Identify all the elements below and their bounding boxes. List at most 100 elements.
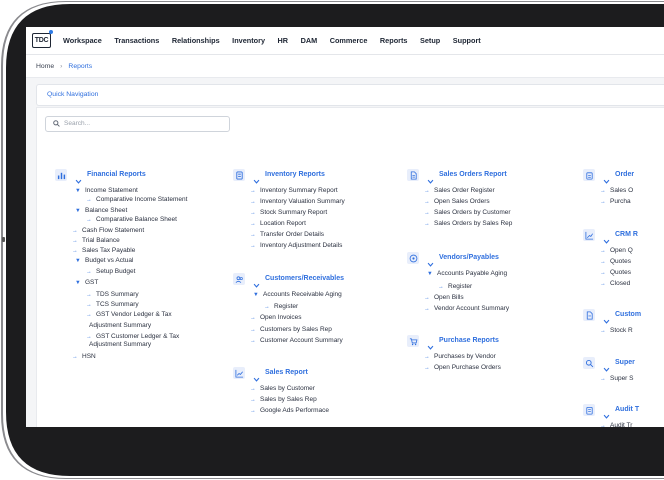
- report-link-open-purchase-orders[interactable]: → Open Purchase Orders: [424, 364, 501, 372]
- chevron-down-icon[interactable]: [603, 407, 610, 419]
- section-title-purchase-reports[interactable]: Purchase Reports: [439, 337, 499, 344]
- section-title-customers-receivables[interactable]: Customers/Receivables: [265, 275, 344, 282]
- report-link-super-s[interactable]: → Super S: [600, 375, 634, 383]
- report-link-label: Open Sales Orders: [434, 198, 490, 205]
- section-title-custom[interactable]: Custom: [615, 311, 641, 318]
- quick-navigation-label: Quick Navigation: [47, 91, 99, 98]
- nav-item-hr[interactable]: HR: [278, 36, 289, 45]
- report-link-open-invoices[interactable]: → Open Invoices: [250, 314, 302, 322]
- quick-navigation-bar[interactable]: Quick Navigation: [36, 84, 664, 106]
- report-link-open-bills[interactable]: → Open Bills: [424, 294, 464, 302]
- report-link-comparative-income-statement[interactable]: → Comparative Income Statement: [86, 196, 187, 204]
- section-title-crm-r[interactable]: CRM R: [615, 231, 638, 238]
- report-link-sales-by-customer[interactable]: → Sales by Customer: [250, 385, 315, 393]
- section-title-vendors-payables[interactable]: Vendors/Payables: [439, 254, 499, 261]
- app-logo[interactable]: TDC: [32, 33, 51, 48]
- chevron-down-icon[interactable]: [427, 172, 434, 184]
- report-link-inventory-adjustment-details[interactable]: → Inventory Adjustment Details: [250, 242, 342, 250]
- report-link-audit-tr[interactable]: → Audit Tr: [600, 422, 632, 427]
- section-title-audit-t[interactable]: Audit T: [615, 406, 639, 413]
- report-link-quotes[interactable]: → Quotes: [600, 269, 631, 277]
- chevron-down-icon[interactable]: [253, 172, 260, 184]
- report-link-quotes[interactable]: → Quotes: [600, 258, 631, 266]
- report-link-balance-sheet[interactable]: ▼ Balance Sheet: [75, 207, 127, 215]
- report-link-closed[interactable]: → Closed: [600, 280, 630, 288]
- chevron-down-icon[interactable]: [427, 338, 434, 350]
- report-link-budget-vs-actual[interactable]: ▼ Budget vs Actual: [75, 257, 133, 265]
- arrow-right-icon: →: [600, 281, 606, 287]
- chevron-down-icon[interactable]: [253, 276, 260, 288]
- report-link-adjustment-summary[interactable]: Adjustment Summary: [79, 322, 151, 330]
- report-link-customers-by-sales-rep[interactable]: → Customers by Sales Rep: [250, 326, 332, 334]
- report-link-transfer-order-details[interactable]: → Transfer Order Details: [250, 231, 324, 239]
- chevron-down-icon[interactable]: [603, 172, 610, 184]
- chevron-down-icon[interactable]: [603, 312, 610, 324]
- section-title-order[interactable]: Order: [615, 171, 634, 178]
- chevron-down-icon[interactable]: [427, 255, 434, 267]
- report-link-open-q[interactable]: → Open Q: [600, 247, 633, 255]
- report-link-purcha[interactable]: → Purcha: [600, 198, 631, 206]
- report-link-trial-balance[interactable]: → Trial Balance: [72, 237, 120, 245]
- arrow-right-icon: →: [264, 304, 270, 310]
- chevron-down-icon[interactable]: [75, 172, 82, 184]
- report-link-inventory-valuation-summary[interactable]: → Inventory Valuation Summary: [250, 198, 345, 206]
- nav-item-dam[interactable]: DAM: [301, 36, 318, 45]
- report-link-cash-flow-statement[interactable]: → Cash Flow Statement: [72, 227, 144, 235]
- search-input[interactable]: [64, 118, 224, 129]
- clipboard-icon: [583, 169, 595, 181]
- report-link-label: Register: [448, 283, 473, 290]
- chevron-down-icon[interactable]: [603, 232, 610, 244]
- report-link-adjustment-summary[interactable]: Adjustment Summary: [79, 341, 151, 349]
- report-link-vendor-account-summary[interactable]: → Vendor Account Summary: [424, 305, 509, 313]
- caret-down-icon: ▼: [75, 188, 81, 194]
- report-link-google-ads-performace[interactable]: → Google Ads Performace: [250, 407, 329, 415]
- report-link-sales-orders-by-sales-rep[interactable]: → Sales Orders by Sales Rep: [424, 220, 512, 228]
- caret-down-icon: ▼: [427, 271, 433, 277]
- nav-item-setup[interactable]: Setup: [420, 36, 440, 45]
- section-title-financial-reports[interactable]: Financial Reports: [87, 171, 146, 178]
- nav-item-reports[interactable]: Reports: [380, 36, 408, 45]
- report-link-gst-vendor-ledger-tax[interactable]: → GST Vendor Ledger & Tax: [86, 311, 172, 319]
- report-link-inventory-summary-report[interactable]: → Inventory Summary Report: [250, 187, 338, 195]
- report-link-purchases-by-vendor[interactable]: → Purchases by Vendor: [424, 353, 496, 361]
- nav-item-inventory[interactable]: Inventory: [232, 36, 265, 45]
- nav-item-commerce[interactable]: Commerce: [330, 36, 368, 45]
- report-link-accounts-payable-aging[interactable]: ▼ Accounts Payable Aging: [427, 270, 507, 278]
- report-link-tcs-summary[interactable]: → TCS Summary: [86, 301, 139, 309]
- report-link-register[interactable]: → Register: [264, 303, 298, 311]
- report-link-setup-budget[interactable]: → Setup Budget: [86, 268, 135, 276]
- chevron-down-icon[interactable]: [603, 360, 610, 372]
- report-link-comparative-balance-sheet[interactable]: → Comparative Balance Sheet: [86, 216, 177, 224]
- nav-item-transactions[interactable]: Transactions: [114, 36, 159, 45]
- report-link-sales-orders-by-customer[interactable]: → Sales Orders by Customer: [424, 209, 511, 217]
- chevron-down-icon[interactable]: [253, 370, 260, 382]
- report-link-gst-customer-ledger-tax[interactable]: → GST Customer Ledger & Tax: [86, 333, 179, 341]
- section-title-sales-report[interactable]: Sales Report: [265, 369, 308, 376]
- report-link-open-sales-orders[interactable]: → Open Sales Orders: [424, 198, 490, 206]
- report-link-location-report[interactable]: → Location Report: [250, 220, 306, 228]
- report-link-sales-by-sales-rep[interactable]: → Sales by Sales Rep: [250, 396, 317, 404]
- breadcrumb-home[interactable]: Home: [36, 63, 54, 70]
- report-link-label: Stock Summary Report: [260, 209, 328, 216]
- report-link-label: Sales by Sales Rep: [260, 396, 317, 403]
- nav-item-support[interactable]: Support: [453, 36, 481, 45]
- nav-item-workspace[interactable]: Workspace: [63, 36, 102, 45]
- nav-item-relationships[interactable]: Relationships: [172, 36, 220, 45]
- report-link-tds-summary[interactable]: → TDS Summary: [86, 291, 139, 299]
- report-link-income-statement[interactable]: ▼ Income Statement: [75, 187, 138, 195]
- report-link-hsn[interactable]: → HSN: [72, 353, 96, 361]
- section-title-inventory-reports[interactable]: Inventory Reports: [265, 171, 325, 178]
- report-link-accounts-receivable-aging[interactable]: ▼ Accounts Receivable Aging: [253, 291, 342, 299]
- section-title-sales-orders-report[interactable]: Sales Orders Report: [439, 171, 507, 178]
- report-link-sales-o[interactable]: → Sales O: [600, 187, 633, 195]
- search-box[interactable]: [45, 116, 230, 132]
- report-link-customer-account-summary[interactable]: → Customer Account Summary: [250, 337, 343, 345]
- report-link-sales-order-register[interactable]: → Sales Order Register: [424, 187, 495, 195]
- report-link-sales-tax-payable[interactable]: → Sales Tax Payable: [72, 247, 135, 255]
- report-link-stock-r[interactable]: → Stock R: [600, 327, 633, 335]
- report-link-label: Transfer Order Details: [260, 231, 325, 238]
- report-link-register[interactable]: → Register: [438, 283, 472, 291]
- report-link-stock-summary-report[interactable]: → Stock Summary Report: [250, 209, 327, 217]
- report-link-gst[interactable]: ▼ GST: [75, 279, 98, 287]
- section-title-super[interactable]: Super: [615, 359, 635, 366]
